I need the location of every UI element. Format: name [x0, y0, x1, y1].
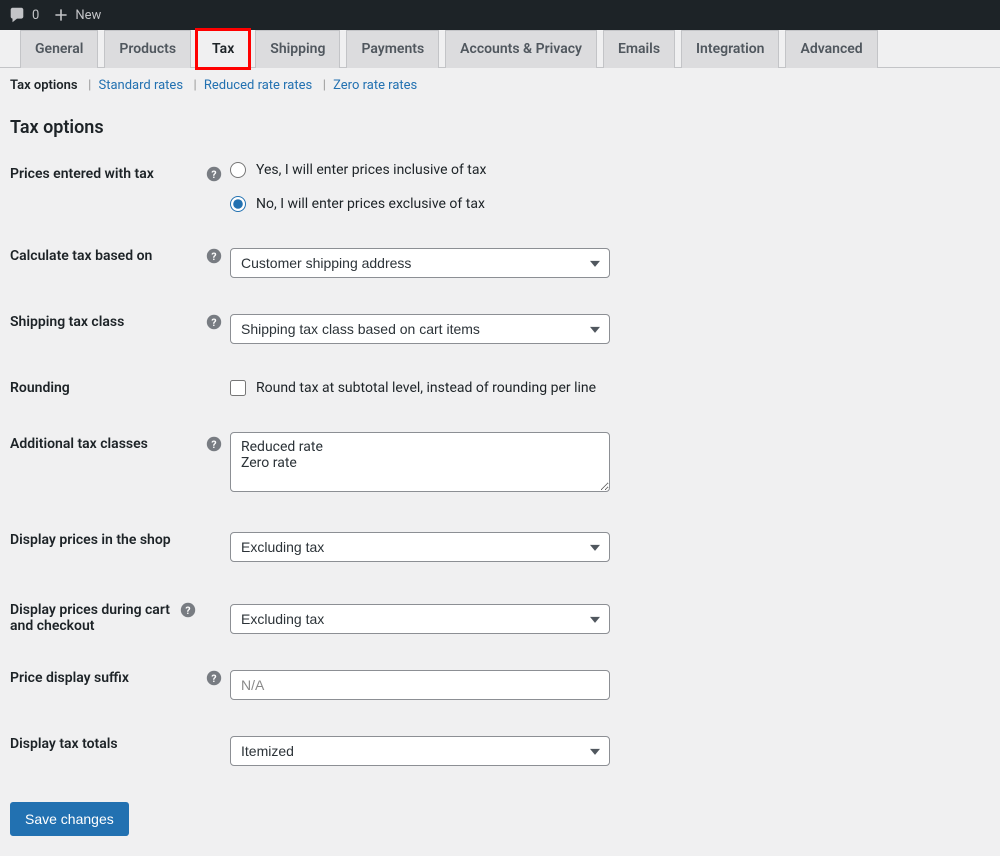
- help-icon[interactable]: ?: [180, 602, 196, 618]
- comments-count: 0: [32, 8, 39, 23]
- row-shipping-tax-class: Shipping tax class ? Shipping tax class …: [10, 314, 990, 344]
- row-display-shop: Display prices in the shop Excluding tax: [10, 532, 990, 562]
- radio-inclusive-label: Yes, I will enter prices inclusive of ta…: [256, 162, 486, 178]
- svg-text:?: ?: [211, 168, 216, 181]
- settings-tabs: General Products Tax Shipping Payments A…: [0, 30, 1000, 68]
- tab-shipping[interactable]: Shipping: [255, 30, 340, 68]
- svg-text:?: ?: [185, 604, 190, 617]
- tab-emails[interactable]: Emails: [603, 30, 675, 68]
- subnav-reduced-rate[interactable]: Reduced rate rates: [204, 78, 312, 93]
- help-icon[interactable]: ?: [206, 166, 222, 182]
- help-icon[interactable]: ?: [206, 670, 222, 686]
- checkbox-rounding[interactable]: Round tax at subtotal level, instead of …: [230, 380, 596, 396]
- label-calculate-tax: Calculate tax based on: [10, 248, 206, 264]
- tab-general[interactable]: General: [20, 30, 98, 68]
- row-display-cart: Display prices during cart and checkout …: [10, 598, 990, 634]
- help-icon[interactable]: ?: [206, 248, 222, 264]
- label-rounding: Rounding: [10, 380, 230, 396]
- select-display-shop[interactable]: Excluding tax: [230, 532, 610, 562]
- tax-subnav: Tax options | Standard rates | Reduced r…: [0, 68, 1000, 101]
- label-price-suffix: Price display suffix: [10, 670, 206, 686]
- save-button[interactable]: Save changes: [10, 802, 129, 836]
- label-display-cart: Display prices during cart and checkout: [10, 602, 180, 634]
- svg-text:?: ?: [211, 438, 216, 451]
- radio-exclusive-label: No, I will enter prices exclusive of tax: [256, 196, 485, 212]
- label-shipping-tax-class: Shipping tax class: [10, 314, 206, 330]
- tab-integration[interactable]: Integration: [681, 30, 779, 68]
- tab-accounts-privacy[interactable]: Accounts & Privacy: [445, 30, 597, 68]
- label-prices-entered-with-tax: Prices entered with tax: [10, 166, 206, 182]
- row-price-suffix: Price display suffix ?: [10, 670, 990, 700]
- section-title: Tax options: [10, 117, 990, 138]
- svg-text:?: ?: [211, 250, 216, 263]
- select-display-totals[interactable]: Itemized: [230, 736, 610, 766]
- select-calculate-tax[interactable]: Customer shipping address: [230, 248, 610, 278]
- tab-payments[interactable]: Payments: [346, 30, 439, 68]
- label-display-shop: Display prices in the shop: [10, 532, 230, 548]
- textarea-additional-tax-classes[interactable]: [230, 432, 610, 492]
- label-additional-tax-classes: Additional tax classes: [10, 436, 206, 452]
- row-additional-tax-classes: Additional tax classes ?: [10, 432, 990, 496]
- comments-button[interactable]: 0: [8, 6, 39, 24]
- radio-inclusive[interactable]: Yes, I will enter prices inclusive of ta…: [230, 162, 486, 178]
- radio-inclusive-input[interactable]: [230, 162, 246, 178]
- tab-advanced[interactable]: Advanced: [785, 30, 877, 68]
- svg-text:?: ?: [211, 672, 216, 685]
- row-prices-entered-with-tax: Prices entered with tax ? Yes, I will en…: [10, 162, 990, 212]
- subnav-zero-rate[interactable]: Zero rate rates: [333, 78, 417, 93]
- select-shipping-tax-class[interactable]: Shipping tax class based on cart items: [230, 314, 610, 344]
- subnav-standard-rates[interactable]: Standard rates: [98, 78, 183, 93]
- checkbox-rounding-input[interactable]: [230, 380, 246, 396]
- help-icon[interactable]: ?: [206, 314, 222, 330]
- new-label: New: [75, 8, 101, 23]
- row-display-totals: Display tax totals Itemized: [10, 736, 990, 766]
- radio-exclusive[interactable]: No, I will enter prices exclusive of tax: [230, 196, 486, 212]
- label-display-totals: Display tax totals: [10, 736, 230, 752]
- select-display-cart[interactable]: Excluding tax: [230, 604, 610, 634]
- new-button[interactable]: New: [53, 7, 101, 23]
- help-icon[interactable]: ?: [206, 436, 222, 452]
- row-calculate-tax: Calculate tax based on ? Customer shippi…: [10, 248, 990, 278]
- row-rounding: Rounding Round tax at subtotal level, in…: [10, 380, 990, 396]
- svg-text:?: ?: [211, 316, 216, 329]
- admin-bar: 0 New: [0, 0, 1000, 30]
- tab-tax[interactable]: Tax: [197, 30, 249, 68]
- subnav-current: Tax options: [10, 78, 78, 93]
- input-price-suffix[interactable]: [230, 670, 610, 700]
- plus-icon: [53, 7, 69, 23]
- comment-icon: [8, 6, 26, 24]
- checkbox-rounding-label: Round tax at subtotal level, instead of …: [256, 380, 596, 396]
- radio-exclusive-input[interactable]: [230, 196, 246, 212]
- tab-products[interactable]: Products: [104, 30, 191, 68]
